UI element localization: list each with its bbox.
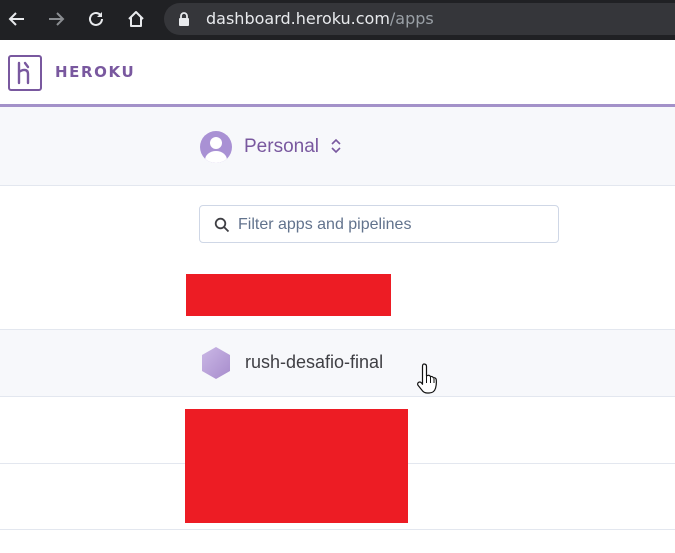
context-label[interactable]: Personal [244, 136, 319, 158]
app-row[interactable]: rush-desafio-final [0, 330, 675, 396]
search-icon [214, 217, 230, 238]
app-header: HEROKU [0, 40, 675, 107]
row-divider [0, 529, 675, 530]
home-icon[interactable] [123, 6, 149, 32]
app-hexagon-icon [200, 346, 232, 385]
url-host: dashboard.heroku.com [206, 9, 390, 28]
context-switcher[interactable]: Personal [0, 107, 675, 186]
row-divider [0, 396, 675, 397]
hand-cursor-icon [416, 362, 442, 401]
heroku-logo-icon [17, 61, 30, 85]
filter-box [199, 205, 559, 243]
redacted-app-row [185, 409, 408, 523]
brand-name[interactable]: HEROKU [55, 63, 135, 81]
browser-toolbar: dashboard.heroku.com/apps [0, 0, 675, 40]
url-text: dashboard.heroku.com/apps [206, 9, 434, 28]
heroku-logo[interactable] [8, 55, 42, 91]
app-name-link[interactable]: rush-desafio-final [245, 352, 383, 373]
forward-icon[interactable] [43, 6, 69, 32]
chevron-up-down-icon[interactable] [330, 138, 342, 159]
avatar [200, 131, 232, 163]
redacted-app-row [186, 274, 391, 316]
reload-icon[interactable] [83, 6, 109, 32]
back-icon[interactable] [4, 6, 30, 32]
url-path: /apps [389, 9, 434, 28]
filter-input[interactable] [236, 212, 550, 238]
address-bar[interactable]: dashboard.heroku.com/apps [164, 3, 675, 35]
lock-icon[interactable] [178, 11, 190, 32]
